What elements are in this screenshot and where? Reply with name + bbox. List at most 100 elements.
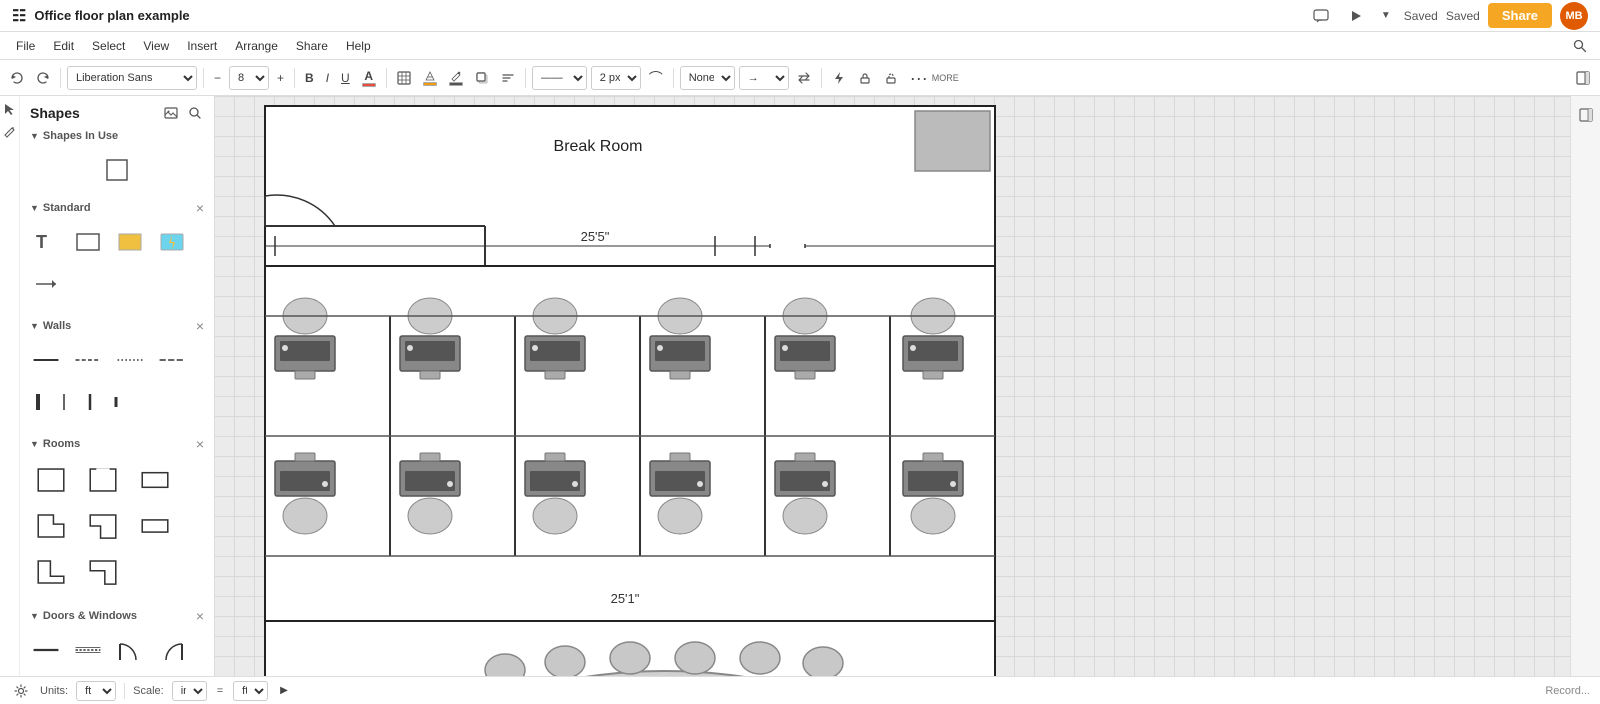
square-shape[interactable]: [99, 152, 135, 188]
wall-vertical-thick-short[interactable]: [106, 384, 126, 420]
room-l-bottom-1[interactable]: [28, 552, 74, 592]
door-wall-solid[interactable]: [28, 632, 64, 668]
room-l-shape-1[interactable]: [28, 506, 74, 546]
scale-expand-btn[interactable]: ▶: [276, 682, 292, 699]
pointer-tool[interactable]: [1, 100, 19, 118]
menu-edit[interactable]: Edit: [45, 36, 82, 56]
statusbar-right: Record...: [1545, 685, 1590, 697]
lock-btn[interactable]: [854, 68, 876, 88]
fill-color-indicator: [423, 82, 437, 86]
settings-btn[interactable]: [10, 681, 32, 701]
text-shape[interactable]: T: [28, 224, 64, 260]
room-opening-top[interactable]: [80, 460, 126, 500]
scale-ft-select[interactable]: ft: [233, 681, 268, 701]
format-btn[interactable]: [497, 68, 519, 88]
font-size-decrease[interactable]: −: [210, 68, 225, 88]
wall-dotted[interactable]: [112, 342, 148, 378]
search-diagrams-btn[interactable]: [1568, 35, 1592, 57]
arrow-end-select[interactable]: → None: [739, 66, 789, 90]
share-button[interactable]: Share: [1488, 3, 1552, 28]
menu-insert[interactable]: Insert: [179, 36, 225, 56]
menu-view[interactable]: View: [135, 36, 177, 56]
arrow-shape[interactable]: [28, 266, 64, 302]
font-color-btn[interactable]: A: [358, 66, 380, 90]
rooms-close[interactable]: ×: [196, 436, 204, 452]
bold-btn[interactable]: B: [301, 68, 318, 88]
walls-label: Walls: [43, 320, 196, 332]
menu-arrange[interactable]: Arrange: [227, 36, 286, 56]
wall-vertical-medium[interactable]: [80, 384, 100, 420]
units-select[interactable]: ft in m: [76, 681, 116, 701]
menu-file[interactable]: File: [8, 36, 43, 56]
font-size-increase[interactable]: +: [273, 68, 288, 88]
wall-dashed[interactable]: [70, 342, 106, 378]
wall-solid[interactable]: [28, 342, 64, 378]
filled-rectangle-shape[interactable]: [112, 224, 148, 260]
arrow-start-select[interactable]: None → ◆: [680, 66, 735, 90]
room-rect-wide[interactable]: [132, 506, 178, 546]
shapes-search-btn[interactable]: [186, 104, 204, 122]
canvas-area[interactable]: Break Room 25'5": [215, 96, 1570, 676]
shadow-btn[interactable]: [471, 68, 493, 88]
unlock-btn[interactable]: [880, 68, 902, 88]
chat-icon-btn[interactable]: [1308, 5, 1334, 27]
lightning-shape[interactable]: [154, 224, 190, 260]
main-area: Shapes ▼ Shapes In Use ▼ Standard: [0, 96, 1600, 676]
right-panel-expand[interactable]: [1573, 102, 1599, 128]
shapes-image-btn[interactable]: [162, 104, 180, 122]
door-arc-right[interactable]: [154, 632, 190, 668]
line-width-select[interactable]: 2 px 1 px 3 px: [591, 66, 641, 90]
room-l-bottom-2[interactable]: [80, 552, 126, 592]
walls-close[interactable]: ×: [196, 318, 204, 334]
more-btn[interactable]: ···: [906, 66, 932, 90]
undo-btn[interactable]: [6, 68, 28, 88]
line-style-select[interactable]: —— - - - ···: [532, 66, 587, 90]
wall-long-dashed[interactable]: [154, 342, 190, 378]
italic-btn[interactable]: I: [322, 68, 333, 88]
room-thin[interactable]: [132, 460, 178, 500]
collapse-panel-btn[interactable]: [1572, 68, 1594, 88]
doors-windows-close[interactable]: ×: [196, 608, 204, 624]
panel-header: Shapes: [20, 96, 214, 126]
standard-header[interactable]: ▼ Standard ×: [20, 196, 214, 220]
present-btn[interactable]: [1342, 5, 1368, 27]
rooms-arrow: ▼: [30, 439, 39, 449]
pencil-tool[interactable]: [1, 122, 19, 140]
swap-arrows-btn[interactable]: [793, 68, 815, 88]
fill-color-btn[interactable]: [419, 67, 441, 89]
lightning-btn[interactable]: [828, 68, 850, 88]
window-dashed[interactable]: [70, 632, 106, 668]
standard-close[interactable]: ×: [196, 200, 204, 216]
door-arc[interactable]: [112, 632, 148, 668]
room-full[interactable]: [28, 460, 74, 500]
underline-btn[interactable]: U: [337, 68, 354, 88]
wall-vertical-thin[interactable]: [54, 384, 74, 420]
rectangle-shape[interactable]: [70, 224, 106, 260]
table-btn[interactable]: [393, 68, 415, 88]
font-size-select[interactable]: 8 pt: [229, 66, 269, 90]
font-family-select[interactable]: Liberation Sans: [67, 66, 197, 90]
room-l-shape-2[interactable]: [80, 506, 126, 546]
shadow-icon: [475, 71, 489, 85]
present-icon: [1347, 8, 1363, 24]
menu-help[interactable]: Help: [338, 36, 379, 56]
titlebar-right: ▼ Saved Saved Share MB: [1308, 2, 1588, 30]
redo-btn[interactable]: [32, 68, 54, 88]
floorplan-svg: Break Room 25'5": [215, 96, 1005, 676]
scale-in-select[interactable]: in: [172, 681, 207, 701]
wall-thick[interactable]: [28, 384, 48, 420]
doors-windows-header[interactable]: ▼ Doors & Windows ×: [20, 604, 214, 628]
svg-text:Break Room: Break Room: [554, 138, 643, 155]
present-dropdown[interactable]: ▼: [1376, 7, 1396, 24]
svg-text:T: T: [36, 232, 47, 252]
menu-share[interactable]: Share: [288, 36, 336, 56]
menu-select[interactable]: Select: [84, 36, 133, 56]
shapes-in-use-header[interactable]: ▼ Shapes In Use: [20, 126, 214, 146]
rooms-header[interactable]: ▼ Rooms ×: [20, 432, 214, 456]
walls-header[interactable]: ▼ Walls ×: [20, 314, 214, 338]
shapes-in-use-arrow: ▼: [30, 131, 39, 141]
line-color-btn[interactable]: [445, 67, 467, 89]
shapes-in-use-label: Shapes In Use: [43, 130, 204, 142]
titlebar-left: ☷ Office floor plan example: [12, 6, 190, 26]
waypoint-btn[interactable]: ⌒: [645, 65, 667, 91]
